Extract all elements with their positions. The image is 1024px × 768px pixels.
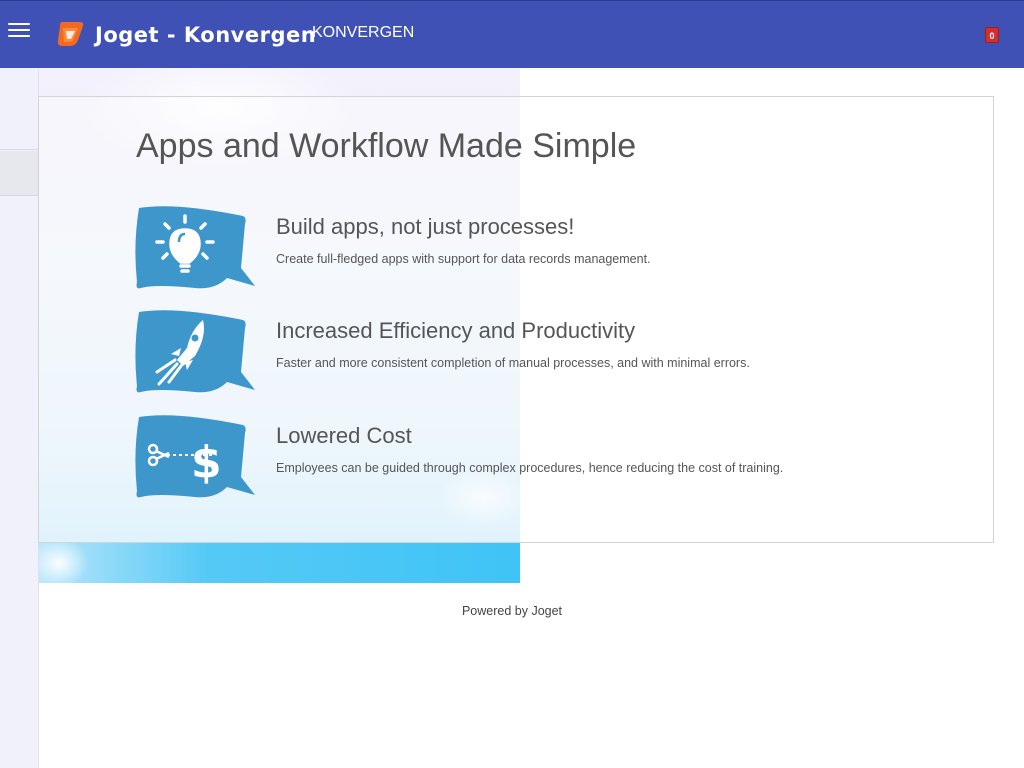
feature-description: Create full-fledged apps with support fo… xyxy=(276,252,651,266)
rocket-icon xyxy=(135,310,255,393)
feature-title: Build apps, not just processes! xyxy=(276,214,575,239)
page-title: Apps and Workflow Made Simple xyxy=(136,127,637,165)
lightbulb-icon xyxy=(135,206,255,289)
hero-band xyxy=(39,542,520,583)
sidebar-item-user[interactable] xyxy=(0,68,38,150)
app-name[interactable]: KONVERGEN xyxy=(312,24,414,42)
top-header: Joget - Konvergen KONVERGEN 0 xyxy=(0,0,1024,68)
hamburger-menu-icon[interactable] xyxy=(8,23,30,41)
welcome-card: Apps and Workflow Made Simple Build apps… xyxy=(38,96,994,543)
notification-badge[interactable]: 0 xyxy=(985,27,999,43)
feature-item: $ Lowered Cost Employees can be guided t… xyxy=(135,413,875,503)
brand-title[interactable]: Joget - Konvergen xyxy=(95,23,316,47)
powered-by-footer: Powered by Joget xyxy=(461,604,563,618)
sidebar-item-home[interactable] xyxy=(0,151,38,196)
scissors-dollar-icon: $ xyxy=(135,415,255,498)
feature-title: Increased Efficiency and Productivity xyxy=(276,318,636,343)
feature-item: Build apps, not just processes! Create f… xyxy=(135,204,875,294)
svg-text:$: $ xyxy=(191,437,222,488)
feature-title: Lowered Cost xyxy=(276,423,412,448)
feature-description: Employees can be guided through complex … xyxy=(276,461,784,475)
feature-item: Increased Efficiency and Productivity Fa… xyxy=(135,308,875,398)
joget-logo-icon[interactable] xyxy=(54,18,86,50)
feature-description: Faster and more consistent completion of… xyxy=(276,356,750,370)
sidebar xyxy=(0,68,39,768)
